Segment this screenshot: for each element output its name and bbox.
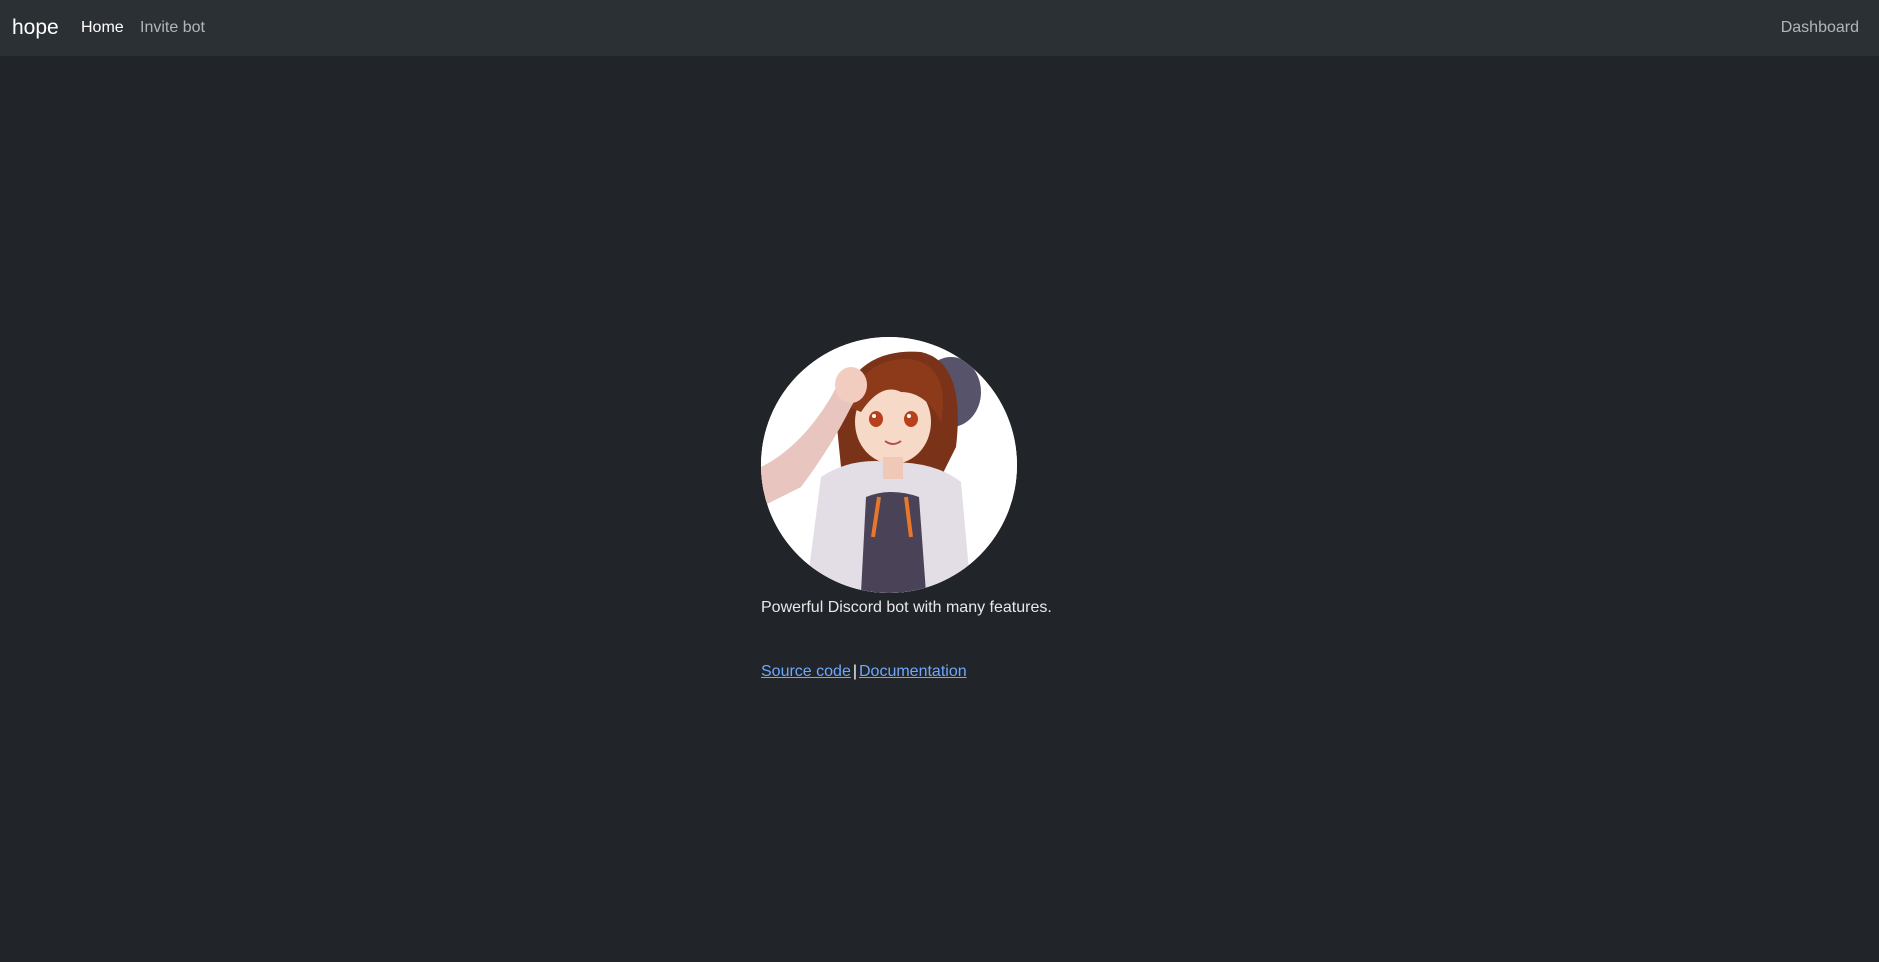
bot-tagline: Powerful Discord bot with many features. (761, 599, 1052, 616)
documentation-link[interactable]: Documentation (859, 663, 967, 680)
avatar-illustration (761, 337, 1017, 593)
nav-dashboard-link[interactable]: Dashboard (1781, 18, 1859, 38)
bot-avatar (761, 337, 1017, 593)
main-content: Powerful Discord bot with many features.… (761, 337, 1161, 683)
nav-invite-bot-link[interactable]: Invite bot (140, 18, 205, 38)
nav-home-link[interactable]: Home (81, 18, 124, 38)
source-code-link[interactable]: Source code (761, 663, 851, 680)
brand-link[interactable]: hope (12, 14, 59, 42)
link-separator: | (852, 663, 857, 680)
top-navbar: hope Home Invite bot Dashboard (0, 0, 1879, 56)
footer-links: Source code | Documentation (761, 661, 1161, 683)
